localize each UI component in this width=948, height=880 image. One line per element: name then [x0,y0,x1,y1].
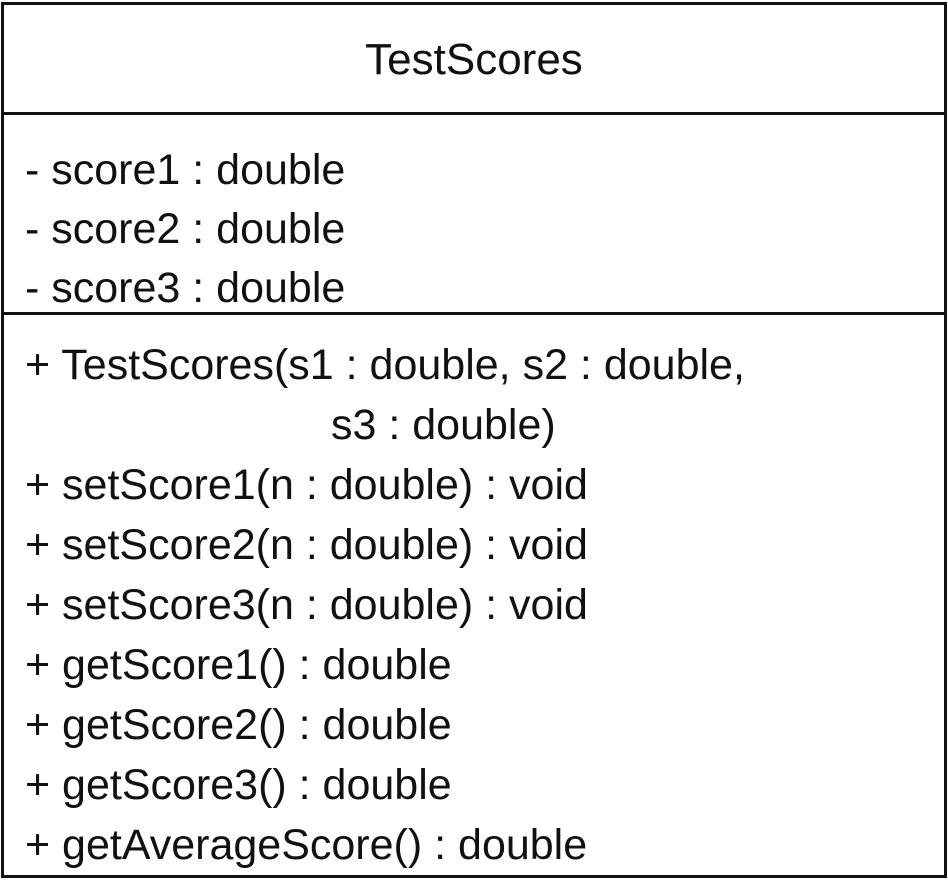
operation-constructor-continuation: s3 : double) [331,401,556,449]
attribute-score3: - score3 : double [25,264,346,312]
operation-get-score2: + getScore2() : double [25,701,452,749]
operation-get-score3: + getScore3() : double [25,761,452,809]
attribute-score2: - score2 : double [25,205,346,253]
operation-set-score3: + setScore3(n : double) : void [25,581,588,629]
class-name-compartment: TestScores [4,5,944,115]
operation-get-score1: + getScore1() : double [25,641,452,689]
attributes-compartment: - score1 : double - score2 : double - sc… [4,115,944,315]
operation-get-average-score: + getAverageScore() : double [25,821,588,869]
class-name: TestScores [365,34,583,84]
uml-class-box: TestScores - score1 : double - score2 : … [1,2,947,878]
attribute-score1: - score1 : double [25,146,346,194]
operation-set-score2: + setScore2(n : double) : void [25,521,588,569]
operations-compartment: + TestScores(s1 : double, s2 : double, s… [4,315,944,875]
operation-constructor: + TestScores(s1 : double, s2 : double, [25,341,745,389]
operation-set-score1: + setScore1(n : double) : void [25,461,588,509]
